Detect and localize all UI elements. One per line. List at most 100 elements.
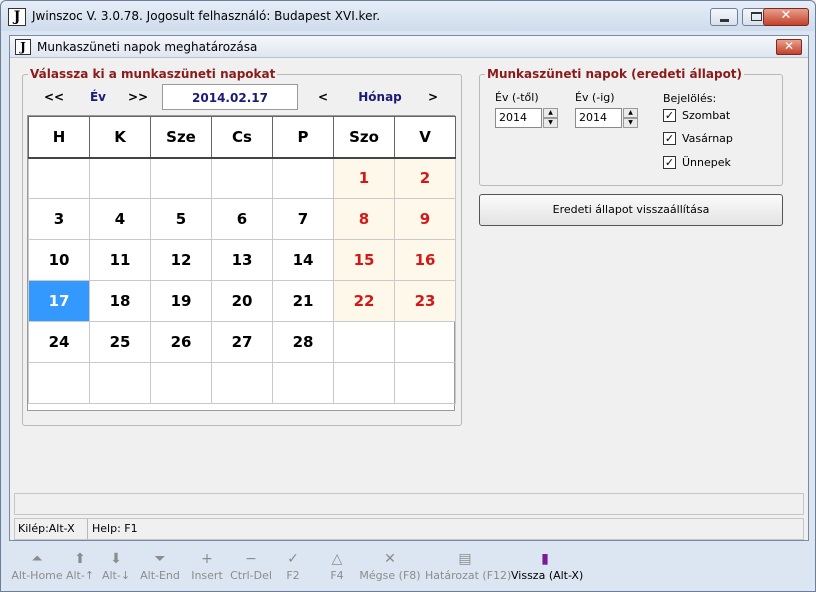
day-cell[interactable]: 27 <box>211 321 273 363</box>
triangle-icon: △ <box>331 551 343 567</box>
day-cell[interactable] <box>211 362 273 404</box>
holidays-checkbox[interactable]: ✓ Ünnepek <box>663 155 743 171</box>
day-cell[interactable]: 4 <box>89 198 151 240</box>
down-arrow-icon: ⬇ <box>110 551 122 567</box>
day-cell[interactable]: 14 <box>272 239 334 281</box>
checkbox-check-icon[interactable]: ✓ <box>663 132 676 145</box>
minimize-button[interactable] <box>710 8 738 26</box>
day-cell[interactable]: 9 <box>394 198 456 240</box>
day-cell[interactable]: 25 <box>89 321 151 363</box>
printer-icon: ▤ <box>458 551 472 567</box>
spin-up-icon[interactable]: ▲ <box>623 108 638 118</box>
day-cell[interactable]: 26 <box>150 321 212 363</box>
next-record-button[interactable]: ⬇ Alt-↓ <box>101 546 131 586</box>
year-from-spinner[interactable]: 2014 ▲ ▼ <box>495 108 558 128</box>
calendar-grid: H K Sze Cs P Szo V 1 2 3 4 5 6 7 8 9 10 … <box>27 115 456 411</box>
weekday-header: P <box>272 116 334 159</box>
bottom-toolbar: ⏶ Alt-Home ⬆ Alt-↑ ⬇ Alt-↓ ⏷ Alt-End + I… <box>1 546 815 592</box>
day-cell[interactable] <box>272 362 334 404</box>
day-cell[interactable]: 16 <box>394 239 456 281</box>
year-label: Év <box>89 90 107 104</box>
cross-icon: ✕ <box>384 551 396 567</box>
status-help: Help: F1 <box>92 522 138 535</box>
child-window-title: Munkaszüneti napok meghatározása <box>37 40 258 54</box>
day-cell[interactable]: 1 <box>333 157 395 199</box>
day-cell[interactable] <box>394 321 456 363</box>
back-button[interactable]: ▮ Vissza (Alt-X) <box>511 546 583 586</box>
day-cell[interactable] <box>28 362 90 404</box>
spin-down-icon[interactable]: ▼ <box>623 118 638 128</box>
day-cell[interactable] <box>150 157 212 199</box>
first-record-button[interactable]: ⏶ Alt-Home <box>9 546 65 586</box>
saturday-checkbox[interactable]: ✓ Szombat <box>663 108 743 124</box>
check-icon: ✓ <box>287 551 299 567</box>
day-cell[interactable] <box>211 157 273 199</box>
checkbox-check-icon[interactable]: ✓ <box>663 109 676 122</box>
day-cell[interactable] <box>333 362 395 404</box>
insert-button[interactable]: + Insert <box>189 546 225 586</box>
day-cell[interactable]: 23 <box>394 280 456 322</box>
spin-down-icon[interactable]: ▼ <box>543 118 558 128</box>
checkbox-check-icon[interactable]: ✓ <box>663 156 676 169</box>
delete-button[interactable]: − Ctrl-Del <box>229 546 273 586</box>
title-bar: J Jwinszoc V. 3.0.78. Jogosult felhaszná… <box>1 1 815 31</box>
day-cell[interactable]: 18 <box>89 280 151 322</box>
day-cell[interactable]: 22 <box>333 280 395 322</box>
resolution-button[interactable]: ▤ Határozat (F12) <box>425 546 511 586</box>
cancel-button[interactable]: ✕ Mégse (F8) <box>359 546 421 586</box>
day-cell[interactable]: 21 <box>272 280 334 322</box>
day-cell[interactable]: 11 <box>89 239 151 281</box>
day-cell[interactable] <box>394 362 456 404</box>
maximize-icon <box>751 12 762 21</box>
year-to-spinner[interactable]: 2014 ▲ ▼ <box>575 108 638 128</box>
prev-month-button[interactable]: < <box>308 84 338 110</box>
child-close-button[interactable]: ✕ <box>776 39 802 55</box>
next-year-button[interactable]: >> <box>120 84 156 110</box>
day-cell[interactable] <box>272 157 334 199</box>
year-to-field[interactable]: 2014 <box>575 108 622 128</box>
spin-up-icon[interactable]: ▲ <box>543 108 558 118</box>
day-cell[interactable]: 24 <box>28 321 90 363</box>
day-cell[interactable] <box>89 362 151 404</box>
day-cell[interactable]: 20 <box>211 280 273 322</box>
day-cell[interactable] <box>89 157 151 199</box>
week-row: 17 18 19 20 21 22 23 <box>28 280 456 322</box>
weekday-header: V <box>394 116 456 159</box>
close-icon: ✕ <box>780 8 792 23</box>
f4-button[interactable]: △ F4 <box>323 546 351 586</box>
prev-year-button[interactable]: << <box>36 84 72 110</box>
holidays-label: Ünnepek <box>682 156 731 169</box>
day-cell[interactable]: 28 <box>272 321 334 363</box>
day-cell[interactable]: 12 <box>150 239 212 281</box>
day-cell[interactable]: 15 <box>333 239 395 281</box>
day-cell[interactable]: 8 <box>333 198 395 240</box>
year-from-field[interactable]: 2014 <box>495 108 542 128</box>
month-label: Hónap <box>358 90 402 104</box>
day-cell[interactable] <box>150 362 212 404</box>
reset-original-state-button[interactable]: Eredeti állapot visszaállítása <box>479 194 783 226</box>
day-cell[interactable]: 5 <box>150 198 212 240</box>
close-button[interactable]: ✕ <box>763 8 809 26</box>
day-cell[interactable]: 13 <box>211 239 273 281</box>
last-record-button[interactable]: ⏷ Alt-End <box>137 546 183 586</box>
day-cell[interactable]: 19 <box>150 280 212 322</box>
day-cell[interactable]: 6 <box>211 198 273 240</box>
status-exit: Kilép:Alt-X <box>15 519 88 539</box>
saturday-label: Szombat <box>682 109 731 122</box>
main-window: J Jwinszoc V. 3.0.78. Jogosult felhaszná… <box>0 0 816 592</box>
day-cell[interactable]: 3 <box>28 198 90 240</box>
day-cell[interactable]: 10 <box>28 239 90 281</box>
day-cell[interactable] <box>28 157 90 199</box>
sunday-checkbox[interactable]: ✓ Vasárnap <box>663 131 743 147</box>
info-bar <box>14 493 804 515</box>
week-row <box>28 362 456 404</box>
day-cell[interactable] <box>333 321 395 363</box>
next-month-button[interactable]: > <box>418 84 448 110</box>
day-cell[interactable]: 2 <box>394 157 456 199</box>
prev-record-button[interactable]: ⬆ Alt-↑ <box>65 546 95 586</box>
save-button[interactable]: ✓ F2 <box>279 546 307 586</box>
week-row: 1 2 <box>28 157 456 199</box>
day-cell[interactable]: 7 <box>272 198 334 240</box>
window-title: Jwinszoc V. 3.0.78. Jogosult felhasználó… <box>32 9 381 23</box>
day-cell-selected[interactable]: 17 <box>28 280 90 322</box>
